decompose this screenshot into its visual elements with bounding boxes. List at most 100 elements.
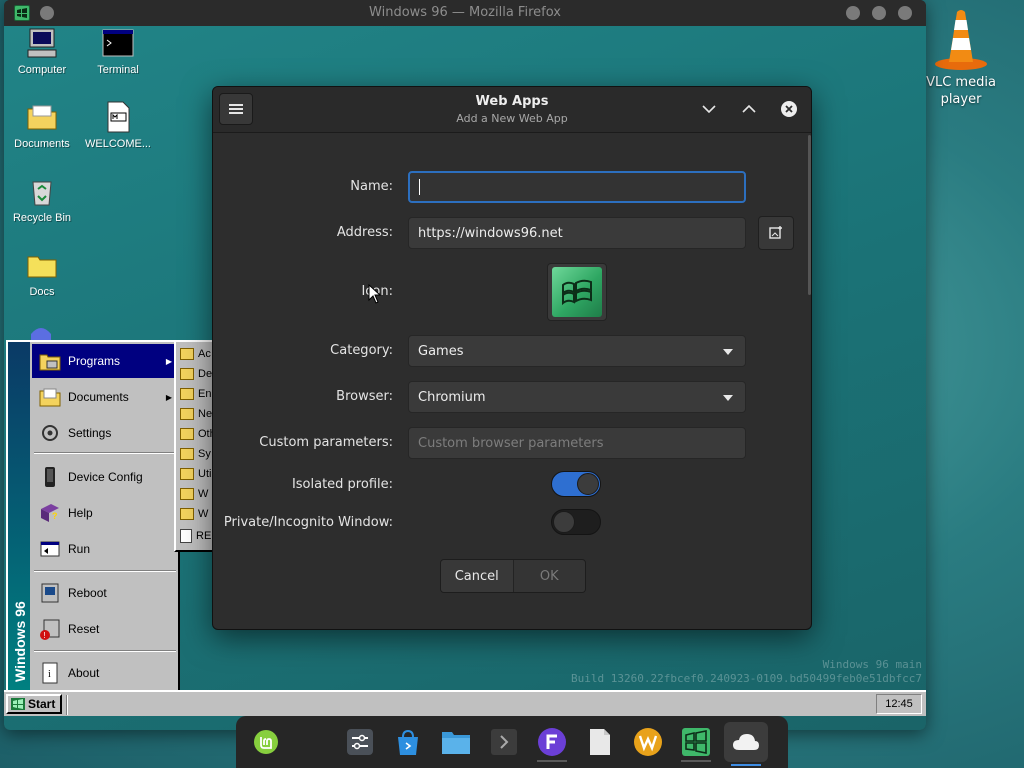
desktop-icon-documents[interactable]: Documents — [4, 100, 80, 150]
submenu-item[interactable]: Ne — [180, 404, 212, 424]
maximize-button[interactable] — [739, 99, 759, 119]
submenu-item[interactable]: W — [180, 484, 212, 504]
cancel-button[interactable]: Cancel — [441, 560, 513, 592]
win96-taskbar: Start 12:45 — [4, 690, 926, 716]
submenu-item-label: W — [198, 488, 209, 500]
close-button[interactable] — [779, 99, 799, 119]
submenu-item[interactable]: W — [180, 504, 212, 524]
dock-windows96[interactable] — [680, 726, 712, 762]
browser-dropdown[interactable]: Chromium — [408, 381, 746, 413]
start-item-documents[interactable]: Documents ▶ — [32, 380, 178, 414]
desktop-icon-computer[interactable]: Computer — [4, 26, 80, 76]
start-item-run[interactable]: Run — [32, 532, 178, 566]
start-item-device-config[interactable]: Device Config — [32, 460, 178, 494]
start-item-label: Help — [68, 506, 93, 520]
category-dropdown[interactable]: Games — [408, 335, 746, 367]
submenu-item-label: Sy — [198, 448, 211, 460]
start-item-reset[interactable]: ! Reset — [32, 612, 178, 646]
browser-label: Browser: — [336, 389, 393, 404]
firefox-titlebar[interactable]: Windows 96 — Mozilla Firefox — [4, 0, 926, 26]
markdown-file-icon — [107, 101, 130, 133]
custom-parameters-placeholder: Custom browser parameters — [418, 435, 604, 451]
desktop-icon-label: Docs — [29, 286, 55, 298]
start-item-label: About — [68, 666, 100, 680]
desktop-icon-terminal[interactable]: Terminal — [80, 26, 156, 76]
folder-icon — [180, 508, 194, 520]
ok-button[interactable]: OK — [512, 560, 585, 592]
close-button[interactable] — [898, 6, 912, 20]
submenu-item[interactable]: Sy — [180, 444, 212, 464]
icon-picker-button[interactable] — [547, 263, 607, 321]
start-item-settings[interactable]: Settings — [32, 416, 178, 450]
device-icon — [45, 467, 55, 487]
dock-software-store[interactable] — [392, 726, 424, 758]
start-menu-divider — [34, 570, 176, 572]
dock-files[interactable] — [440, 726, 472, 758]
windows96-icon — [682, 728, 710, 756]
start-item-about[interactable]: i About — [32, 656, 178, 690]
name-input[interactable] — [408, 171, 746, 203]
start-item-label: Device Config — [68, 470, 143, 484]
private-window-toggle[interactable] — [551, 509, 601, 535]
private-window-label: Private/Incognito Window: — [223, 515, 393, 530]
folder-icon — [180, 368, 194, 380]
dock-w-app[interactable] — [632, 726, 664, 758]
text-file-icon — [180, 529, 192, 543]
title-dot-icon[interactable] — [40, 6, 54, 20]
submenu-item[interactable]: Oth — [180, 424, 212, 444]
submenu-item[interactable]: Ac — [180, 344, 212, 364]
vlc-desktop-icon[interactable]: VLC media player — [926, 6, 996, 108]
dock-settings[interactable] — [344, 726, 376, 758]
submenu-item-label: Ac — [198, 348, 211, 360]
dock-fediverse[interactable] — [536, 726, 568, 762]
start-button[interactable]: Start — [6, 694, 62, 714]
window-title: Windows 96 — Mozilla Firefox — [369, 5, 561, 20]
submenu-arrow-icon: ▶ — [165, 392, 172, 402]
dock-terminal[interactable] — [488, 726, 520, 758]
submenu-item[interactable]: RE — [180, 526, 212, 546]
start-item-label: Reset — [68, 622, 100, 636]
submenu-item-label: W — [198, 508, 209, 520]
desktop-icon-welcome[interactable]: WELCOME... — [80, 100, 156, 150]
desktop-icon-docs[interactable]: Docs — [4, 248, 80, 298]
submenu-item-label: En — [198, 388, 212, 400]
custom-parameters-input[interactable]: Custom browser parameters — [408, 427, 746, 459]
submenu-item[interactable]: De — [180, 364, 212, 384]
minimize-button[interactable] — [846, 6, 860, 20]
taskbar-clock: 12:45 — [876, 694, 922, 714]
fetch-favicon-button[interactable] — [758, 216, 794, 250]
dock-cloud[interactable] — [724, 722, 768, 766]
start-item-reboot[interactable]: Reboot — [32, 576, 178, 610]
address-input[interactable]: https://windows96.net — [408, 217, 746, 249]
maximize-button[interactable] — [872, 6, 886, 20]
dialog-header[interactable]: Web Apps Add a New Web App — [213, 87, 811, 133]
submenu-item[interactable]: Uti — [180, 464, 212, 484]
dock-document[interactable] — [584, 726, 616, 758]
submenu-item[interactable]: En — [180, 384, 212, 404]
terminal-icon — [491, 729, 517, 755]
start-item-label: Settings — [68, 426, 112, 440]
start-menu-banner-label: Windows 96 — [12, 601, 28, 682]
category-label: Category: — [330, 343, 393, 358]
text-caret — [419, 179, 420, 195]
start-item-programs[interactable]: Programs ▶ — [32, 344, 178, 378]
start-item-help[interactable]: ? Help — [32, 496, 178, 530]
build-watermark-line2: Build 13260.22fbcef0.240923-0109.bd50499… — [571, 672, 922, 685]
start-menu-divider — [34, 650, 176, 652]
start-item-label: Programs — [68, 354, 121, 368]
vlc-label: VLC media player — [926, 75, 996, 107]
dock-mint-menu[interactable] — [250, 726, 282, 758]
isolated-profile-toggle[interactable] — [551, 471, 601, 497]
desktop-icon-recycle-bin[interactable]: Recycle Bin — [4, 174, 80, 224]
scrollbar[interactable] — [808, 135, 811, 295]
dropdown-arrow-icon — [723, 395, 733, 401]
folder-icon — [180, 388, 194, 400]
minimize-button[interactable] — [699, 99, 719, 119]
start-menu-divider — [34, 452, 176, 454]
linux-mint-icon — [254, 730, 278, 754]
running-indicator — [537, 760, 567, 762]
web-apps-dialog: Web Apps Add a New Web App Name: Address… — [212, 86, 812, 630]
programs-icon — [39, 354, 61, 371]
desktop-icon-label: Documents — [14, 138, 70, 150]
folder-icon — [180, 428, 194, 440]
